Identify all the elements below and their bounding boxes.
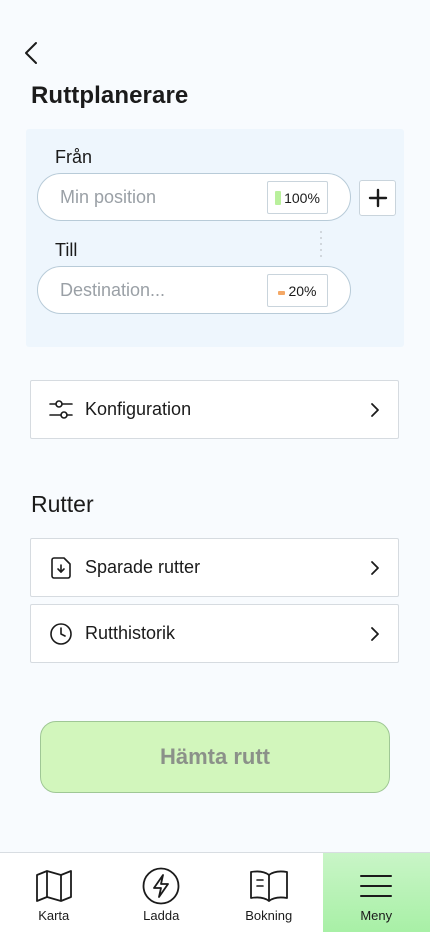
tab-charge-label: Ladda <box>143 908 180 923</box>
from-label: Från <box>55 147 93 167</box>
route-history-button[interactable]: Rutthistorik <box>30 604 399 663</box>
tab-booking[interactable]: Bokning <box>215 853 323 932</box>
battery-full-icon <box>275 190 282 205</box>
chevron-right-icon <box>368 400 382 420</box>
saved-routes-button[interactable]: Sparade rutter <box>30 538 399 597</box>
sliders-icon <box>48 397 74 423</box>
to-label: Till <box>55 240 78 260</box>
tab-map-label: Karta <box>38 908 70 923</box>
route-history-label: Rutthistorik <box>85 623 176 643</box>
battery-low-icon <box>278 290 286 295</box>
chevron-right-icon <box>368 558 382 578</box>
back-button[interactable] <box>18 38 44 68</box>
plus-icon <box>368 188 387 208</box>
saved-routes-label: Sparade rutter <box>85 557 201 577</box>
tab-menu-label: Meny <box>360 908 393 923</box>
drag-handle-icon[interactable] <box>319 231 323 257</box>
tab-booking-label: Bokning <box>245 908 293 923</box>
tab-map[interactable]: Karta <box>0 853 108 932</box>
route-planner-panel: Från Min position 100% Till Destination.… <box>26 129 404 347</box>
from-battery-value: 100% <box>284 189 320 206</box>
to-input-placeholder: Destination... <box>60 280 166 300</box>
to-battery-indicator: 20% <box>267 274 328 307</box>
lightning-icon <box>141 867 181 905</box>
chevron-right-icon <box>368 624 382 644</box>
tab-menu[interactable]: Meny <box>322 853 430 932</box>
to-input[interactable]: Destination... 20% <box>37 266 351 314</box>
saved-file-icon <box>48 555 74 581</box>
tab-charge[interactable]: Ladda <box>108 853 216 932</box>
from-input[interactable]: Min position 100% <box>37 173 351 221</box>
map-icon <box>34 867 74 905</box>
get-route-button[interactable]: Hämta rutt <box>40 721 390 793</box>
clock-icon <box>48 621 74 647</box>
page-title: Ruttplanerare <box>31 82 189 109</box>
add-stop-button[interactable] <box>359 180 396 216</box>
book-icon <box>249 867 289 905</box>
from-battery-indicator: 100% <box>267 181 328 214</box>
routes-section-title: Rutter <box>31 491 94 517</box>
configuration-label: Konfiguration <box>85 399 192 419</box>
configuration-button[interactable]: Konfiguration <box>30 380 399 439</box>
to-battery-value: 20% <box>288 282 317 299</box>
from-input-placeholder: Min position <box>60 187 157 207</box>
chevron-left-icon <box>25 42 37 64</box>
bottom-tab-bar: Karta Ladda Bokning Meny <box>0 852 430 932</box>
menu-icon <box>356 867 396 905</box>
